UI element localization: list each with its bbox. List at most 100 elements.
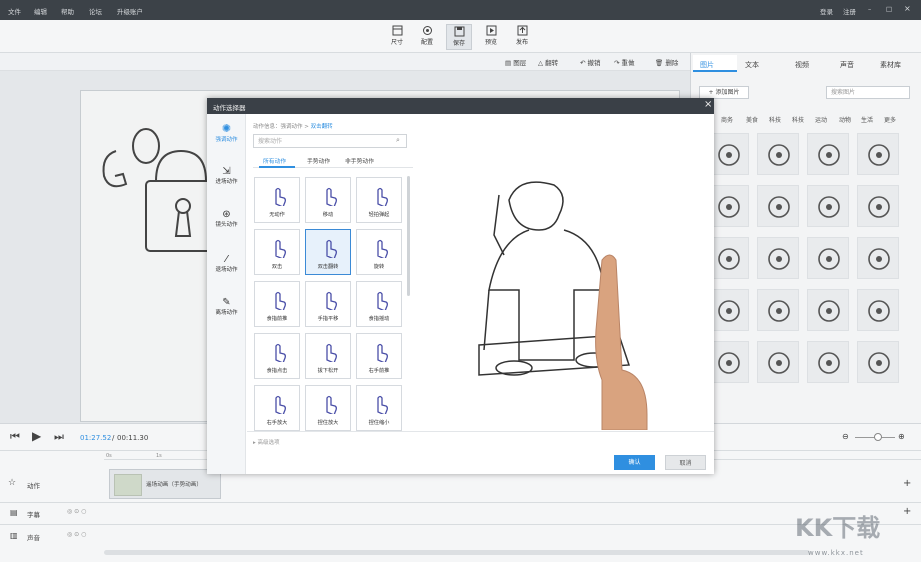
diamond-icon[interactable] [757, 289, 799, 331]
login-link[interactable]: 登录 [820, 6, 833, 16]
enter-icon: ⇲ [222, 166, 231, 177]
category-life[interactable]: 生活 [861, 115, 873, 124]
play-icon[interactable]: ▶ [32, 429, 41, 443]
config-button[interactable]: 配置 [414, 24, 440, 50]
category-tech-2[interactable]: 科技 [792, 115, 804, 124]
pinch-zoom-out-icon [377, 395, 388, 414]
action-pinch-zoom-out[interactable]: 捏住缩小 [356, 385, 402, 431]
picture-frame-icon[interactable] [807, 237, 849, 279]
action-label: 手指平移 [317, 316, 339, 322]
undo-button[interactable]: ↶ 撤销 [580, 57, 601, 67]
tab-all-actions[interactable]: 所有动作 [263, 156, 286, 165]
tab-video[interactable]: 视频 [795, 60, 809, 70]
flower-pot-icon[interactable] [857, 341, 899, 383]
cake-icon[interactable] [807, 289, 849, 331]
cancel-button[interactable]: 取消 [665, 455, 706, 470]
category-enter[interactable]: ⇲ 进场动作 [207, 166, 246, 185]
menu-file[interactable]: 文件 [8, 6, 21, 16]
action-double-tap-flip[interactable]: 双击翻转 [305, 229, 351, 275]
action-index-shake[interactable]: 食指摇动 [356, 281, 402, 327]
category-leave-label: 离场动作 [215, 310, 238, 316]
publish-button[interactable]: 发布 [509, 24, 535, 50]
phone-icon[interactable] [857, 133, 899, 175]
tab-non-gesture-actions[interactable]: 非手势动作 [345, 156, 374, 165]
briefcase-icon[interactable] [807, 185, 849, 227]
menu-forum[interactable]: 论坛 [89, 6, 102, 16]
category-more[interactable]: 更多 [884, 115, 896, 124]
action-right-push[interactable]: 右手前推 [356, 333, 402, 379]
add-caption-icon[interactable]: + [903, 506, 911, 517]
action-pull-release[interactable]: 拔下松开 [305, 333, 351, 379]
finger-pan-icon [326, 291, 337, 310]
gift-icon[interactable] [757, 185, 799, 227]
forward-icon[interactable]: ⏭ [54, 430, 64, 444]
timeline-clip[interactable]: 遥场动画（手势动画） [109, 469, 221, 499]
zoom-out-icon[interactable]: ⊖ [842, 432, 849, 441]
action-finger-pan[interactable]: 手指平移 [305, 281, 351, 327]
layer-button[interactable]: ▤ 图层 [505, 57, 526, 67]
category-tech[interactable]: 科技 [769, 115, 781, 124]
track-sound-label: 声音 [27, 534, 40, 542]
zoom-in-icon[interactable]: ⊕ [898, 432, 905, 441]
config-icon [422, 26, 432, 35]
close-window-icon[interactable]: × [904, 4, 911, 13]
category-emphasis[interactable]: ✺ 强调动作 [207, 122, 246, 143]
menu-edit[interactable]: 编辑 [34, 6, 47, 16]
minimize-icon[interactable]: – [868, 5, 871, 13]
zoom-slider-handle[interactable] [874, 433, 882, 441]
rewind-icon[interactable]: ⏮ [10, 430, 20, 444]
sound-track-controls[interactable]: ◎ ⊙ ○ [67, 531, 86, 538]
money-bag-icon[interactable] [757, 237, 799, 279]
ghost-icon[interactable] [757, 133, 799, 175]
menu-help[interactable]: 帮助 [61, 6, 74, 16]
category-camera[interactable]: ⊛ 镜头动作 [207, 209, 246, 228]
eye-icon[interactable] [807, 133, 849, 175]
mug-icon[interactable] [857, 185, 899, 227]
add-track-icon[interactable]: + [903, 478, 911, 489]
category-food[interactable]: 美食 [746, 115, 758, 124]
tab-text[interactable]: 文本 [745, 60, 759, 70]
category-exit[interactable]: ⁄ 退场动作 [207, 254, 246, 273]
menu-upgrade-account[interactable]: 升级账户 [117, 6, 143, 16]
advanced-options[interactable]: ▸ 高级选项 [253, 438, 280, 446]
car-icon[interactable] [807, 341, 849, 383]
action-search-input[interactable]: 搜索动作 [253, 134, 407, 148]
bomb-icon[interactable] [857, 237, 899, 279]
action-no-action[interactable]: 无动作 [254, 177, 300, 223]
tab-sound[interactable]: 声音 [840, 60, 854, 70]
action-tap-bounce[interactable]: 轻拍弹起 [356, 177, 402, 223]
action-double-tap[interactable]: 双击 [254, 229, 300, 275]
category-leave[interactable]: ✎ 离场动作 [207, 297, 246, 316]
dialog-close-icon[interactable]: × [704, 99, 712, 110]
bouquet-icon[interactable] [857, 289, 899, 331]
search-icon[interactable]: ⌕ [396, 136, 400, 145]
image-search-input[interactable]: 搜索图片 [826, 86, 910, 99]
tab-asset-library[interactable]: 素材库 [880, 60, 901, 70]
category-business[interactable]: 商务 [721, 115, 733, 124]
register-link[interactable]: 注册 [843, 6, 856, 16]
action-move[interactable]: 移动 [305, 177, 351, 223]
action-pinch-zoom-in[interactable]: 捏住放大 [305, 385, 351, 431]
redo-button[interactable]: ↷ 重做 [614, 57, 635, 67]
maximize-icon[interactable]: □ [886, 5, 892, 13]
save-button[interactable]: 保存 [446, 24, 472, 50]
action-rotate[interactable]: 旋转 [356, 229, 402, 275]
breadcrumb: 动作信息：强调动作 > 双击翻转 [253, 122, 333, 130]
action-label: 食指前推 [266, 316, 288, 322]
flip-button[interactable]: △ 翻转 [538, 57, 558, 67]
action-index-click[interactable]: 食指点击 [254, 333, 300, 379]
action-list-scrollbar[interactable] [407, 176, 410, 296]
tab-gesture-actions[interactable]: 手势动作 [307, 156, 330, 165]
sun-icon[interactable] [757, 341, 799, 383]
timeline-scrollbar[interactable] [104, 550, 810, 555]
action-index-push[interactable]: 食指前推 [254, 281, 300, 327]
category-animals[interactable]: 动物 [839, 115, 851, 124]
confirm-button[interactable]: 确认 [614, 455, 655, 470]
caption-track-controls[interactable]: ◎ ⊙ ○ [67, 508, 86, 515]
preview-button[interactable]: 预览 [478, 24, 504, 50]
no-action-icon [275, 187, 286, 206]
category-sports[interactable]: 运动 [815, 115, 827, 124]
size-button[interactable]: 尺寸 [384, 24, 410, 50]
delete-button[interactable]: 🗑 删除 [655, 57, 678, 67]
action-right-zoom[interactable]: 右手放大 [254, 385, 300, 431]
